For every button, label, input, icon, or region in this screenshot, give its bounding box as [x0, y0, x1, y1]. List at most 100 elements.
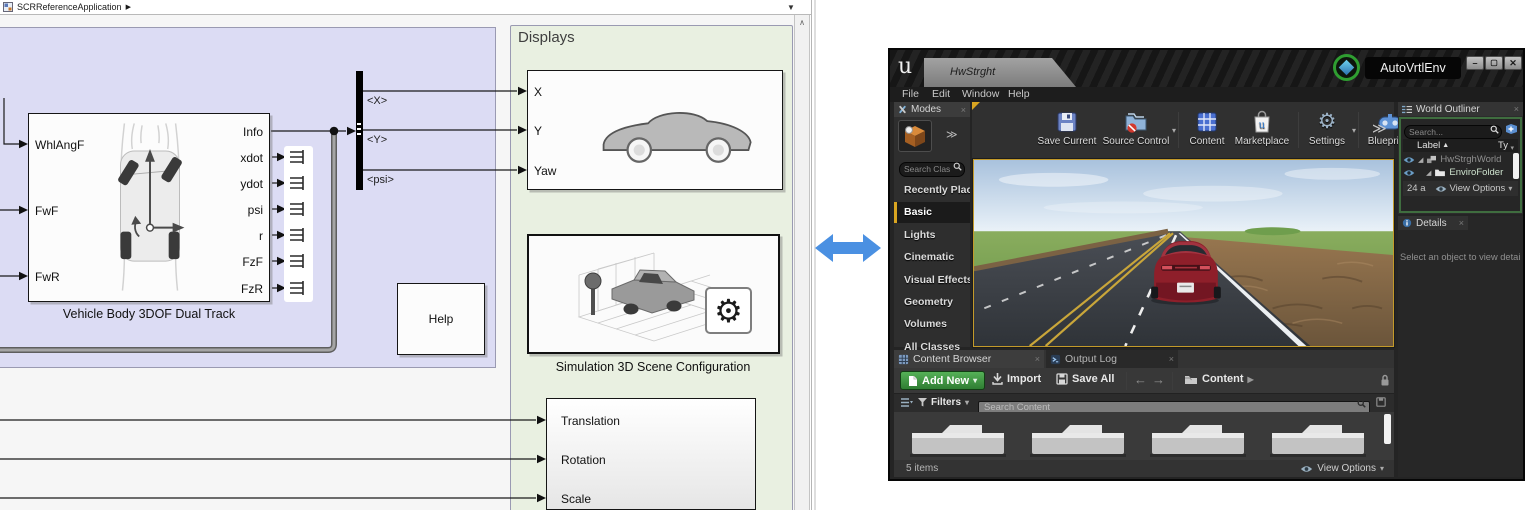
outliner-header[interactable]: Label ▲ Ty ▾ — [1403, 139, 1518, 152]
expand-icon[interactable]: ◢ — [1426, 169, 1431, 177]
menu-file[interactable]: File — [902, 88, 919, 100]
world-outliner-tab[interactable]: World Outliner × — [1398, 102, 1523, 116]
outliner-view-options[interactable]: View Options — [1450, 183, 1506, 194]
modes-category-lights[interactable]: Lights — [894, 225, 970, 246]
outliner-row-world[interactable]: ◢ HwStrghWorld — [1403, 153, 1511, 166]
scene-config-block[interactable]: ⚙ — [527, 234, 780, 354]
visibility-eye-icon[interactable] — [1403, 169, 1415, 177]
modes-search[interactable] — [899, 159, 965, 174]
content-path[interactable]: Content ▶ — [1184, 373, 1254, 385]
project-badge-icon — [1333, 54, 1360, 81]
outliner-search[interactable] — [1404, 122, 1502, 136]
path-caret-icon[interactable]: ▶ — [1248, 375, 1254, 384]
item-count: 5 items — [906, 463, 938, 474]
toolbar-overflow-icon[interactable]: ≫ — [1372, 120, 1387, 137]
place-mode-button[interactable] — [898, 120, 932, 152]
port-rotation: Rotation — [561, 453, 606, 467]
viewport[interactable] — [973, 159, 1394, 347]
modes-category-visual-effects[interactable]: Visual Effects — [894, 270, 970, 291]
breadcrumb-dropdown-icon[interactable]: ▼ — [787, 3, 795, 12]
eye-icon — [1435, 185, 1447, 193]
settings-button[interactable]: ⚙ Settings — [1304, 110, 1350, 147]
import-button[interactable]: Import — [992, 373, 1041, 385]
content-browser-tab[interactable]: Content Browser × — [894, 350, 1044, 368]
vehicle-body-label: Vehicle Body 3DOF Dual Track — [28, 307, 270, 321]
folder-thumbnail[interactable] — [1266, 418, 1368, 458]
window-title: AutoVrtlEnv — [1365, 57, 1461, 79]
modes-category-recently-placed[interactable]: Recently Placed — [894, 180, 970, 201]
content-button[interactable]: Content — [1184, 110, 1230, 147]
expand-icon[interactable]: ◢ — [1418, 156, 1423, 164]
save-all-button[interactable]: Save All — [1056, 373, 1114, 385]
terminator-xdot[interactable] — [287, 149, 309, 165]
save-filter-icon[interactable] — [1376, 397, 1386, 407]
menu-help[interactable]: Help — [1008, 88, 1030, 100]
details-tab-close-icon[interactable]: × — [1459, 218, 1464, 228]
modes-category-geometry[interactable]: Geometry — [894, 292, 970, 313]
minimize-button[interactable]: – — [1466, 56, 1484, 70]
details-empty-text: Select an object to view detail — [1400, 252, 1521, 262]
outliner-row-envirofolder[interactable]: ◢ EnviroFolder — [1403, 166, 1511, 179]
settings-caret-icon[interactable]: ▾ — [1352, 126, 1356, 135]
pose-display-block[interactable]: X Y Yaw — [527, 70, 783, 190]
column-label[interactable]: Label — [1417, 140, 1440, 151]
modes-tab-close-icon[interactable]: × — [961, 105, 966, 115]
details-tab[interactable]: Details × — [1398, 216, 1468, 230]
maximize-button[interactable]: ▢ — [1485, 56, 1503, 70]
folder-thumbnail[interactable] — [1146, 418, 1248, 458]
simulink-vertical-scrollbar[interactable]: ∧ — [794, 15, 810, 510]
vehicle-body-block[interactable]: WhlAngF FwF FwR Info xdot ydot psi r FzF… — [28, 113, 270, 302]
outliner-footer: 24 a View Options ▾ — [1403, 181, 1518, 196]
unreal-window: u HwStrght AutoVrtlEnv – ▢ ✕ File Edit W… — [888, 48, 1525, 481]
output-log-tab[interactable]: Output Log × — [1046, 350, 1178, 368]
port-whlangf: WhlAngF — [35, 138, 84, 152]
close-button[interactable]: ✕ — [1504, 56, 1522, 70]
asset-scrollbar[interactable] — [1384, 414, 1391, 444]
scroll-up-icon[interactable]: ∧ — [799, 18, 805, 27]
nav-back-icon[interactable]: ← — [1134, 372, 1147, 387]
folder-thumbnail[interactable] — [906, 418, 1008, 458]
level-tab[interactable]: HwStrght — [924, 58, 1076, 87]
outliner-scrollbar[interactable] — [1513, 153, 1519, 179]
ue-titlebar[interactable]: u HwStrght AutoVrtlEnv – ▢ ✕ — [890, 50, 1523, 87]
folder-thumbnail[interactable] — [1026, 418, 1128, 458]
asset-grid[interactable] — [894, 412, 1394, 460]
outliner-search-input[interactable] — [1404, 125, 1502, 139]
modes-category-basic[interactable]: Basic — [894, 202, 970, 223]
sources-toggle-icon[interactable] — [901, 398, 913, 408]
source-control-button[interactable]: Source Control — [1100, 110, 1172, 147]
filters-button[interactable]: Filters▾ — [918, 397, 969, 408]
vehicle-top-view-icon — [91, 119, 209, 297]
folder-icon — [1184, 374, 1198, 385]
transform-block[interactable]: Translation Rotation Scale — [546, 398, 756, 510]
outliner-tab-close-icon[interactable]: × — [1514, 104, 1519, 114]
help-block[interactable]: Help — [397, 283, 485, 355]
terminator-ydot[interactable] — [287, 175, 309, 191]
save-current-button[interactable]: Save Current — [1034, 110, 1100, 147]
menu-window[interactable]: Window — [962, 88, 999, 100]
content-browser-tab-close-icon[interactable]: × — [1035, 354, 1040, 364]
visibility-eye-icon[interactable] — [1403, 156, 1415, 164]
menu-edit[interactable]: Edit — [932, 88, 950, 100]
source-control-caret-icon[interactable]: ▾ — [1172, 126, 1176, 135]
add-new-button[interactable]: Add New▾ — [900, 371, 985, 390]
marketplace-button[interactable]: u Marketplace — [1230, 110, 1294, 147]
content-search[interactable] — [978, 397, 1370, 410]
terminator-fzr[interactable] — [287, 280, 309, 296]
breadcrumb-model[interactable]: SCRReferenceApplication — [17, 2, 122, 12]
output-log-tab-close-icon[interactable]: × — [1169, 354, 1174, 364]
add-actor-icon[interactable] — [1505, 123, 1518, 135]
lock-icon[interactable] — [1380, 374, 1390, 387]
cb-view-options-button[interactable]: View Options▾ — [1300, 463, 1384, 474]
terminator-psi[interactable] — [287, 201, 309, 217]
content-browser-icon — [898, 354, 909, 365]
terminator-r[interactable] — [287, 227, 309, 243]
modes-expand-icon[interactable]: ≫ — [946, 128, 958, 141]
modes-category-cinematic[interactable]: Cinematic — [894, 247, 970, 268]
modes-tab[interactable]: Modes × — [894, 102, 970, 117]
modes-category-volumes[interactable]: Volumes — [894, 314, 970, 335]
bus-selector[interactable] — [356, 71, 363, 190]
nav-forward-icon[interactable]: → — [1152, 372, 1165, 387]
column-type[interactable]: Ty — [1498, 140, 1508, 151]
terminator-fzf[interactable] — [287, 253, 309, 269]
